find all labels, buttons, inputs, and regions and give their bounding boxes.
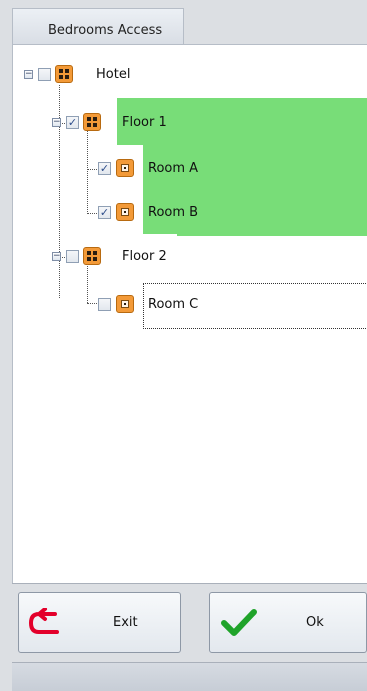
grid-icon xyxy=(83,247,101,265)
room-icon xyxy=(116,203,134,221)
exit-button[interactable]: Exit xyxy=(18,592,181,653)
tab-title: Bedrooms Access xyxy=(48,23,163,38)
tab-bedrooms-access[interactable]: Bedrooms Access xyxy=(12,8,184,44)
checkbox-floor-1[interactable]: ✓ xyxy=(66,116,79,129)
checkbox-floor-2[interactable] xyxy=(66,250,79,263)
room-icon xyxy=(116,295,134,313)
checkbox-room-a[interactable]: ✓ xyxy=(98,162,111,175)
room-icon xyxy=(116,159,134,177)
collapse-floor-1-glyph: − xyxy=(53,117,61,127)
collapse-floor-2-button[interactable]: − xyxy=(52,252,61,261)
tree-node-room-a-label[interactable]: Room A xyxy=(148,161,198,176)
exit-button-label: Exit xyxy=(113,615,138,630)
tree-node-floor-1-label[interactable]: Floor 1 xyxy=(122,115,167,130)
undo-arrow-icon xyxy=(29,608,59,634)
checkbox-hotel[interactable] xyxy=(38,68,51,81)
ok-button-label: Ok xyxy=(306,615,324,630)
tree-panel: − Hotel − ✓ Floor 1 ✓ Room A ✓ Room B − … xyxy=(12,45,367,583)
tree-node-room-b-label[interactable]: Room B xyxy=(148,205,198,220)
ok-button[interactable]: Ok xyxy=(209,592,367,653)
tree-node-floor-2-label[interactable]: Floor 2 xyxy=(122,249,167,264)
collapse-floor-1-button[interactable]: − xyxy=(52,118,61,127)
grid-icon xyxy=(55,65,73,83)
tree-connector-floor1-children xyxy=(87,129,88,214)
checkbox-room-c[interactable] xyxy=(98,298,111,311)
checkbox-room-b[interactable]: ✓ xyxy=(98,206,111,219)
tree-node-room-c-label[interactable]: Room C xyxy=(148,297,198,312)
tree-connector-floor2-children xyxy=(87,264,88,303)
collapse-floor-2-glyph: − xyxy=(53,251,61,261)
footer-separator xyxy=(12,583,367,584)
grid-icon xyxy=(83,113,101,131)
checkmark-icon xyxy=(221,609,257,636)
collapse-hotel-glyph: − xyxy=(25,69,33,79)
status-bar xyxy=(12,662,367,691)
collapse-hotel-button[interactable]: − xyxy=(24,70,33,79)
tree-node-hotel-label[interactable]: Hotel xyxy=(96,67,130,82)
